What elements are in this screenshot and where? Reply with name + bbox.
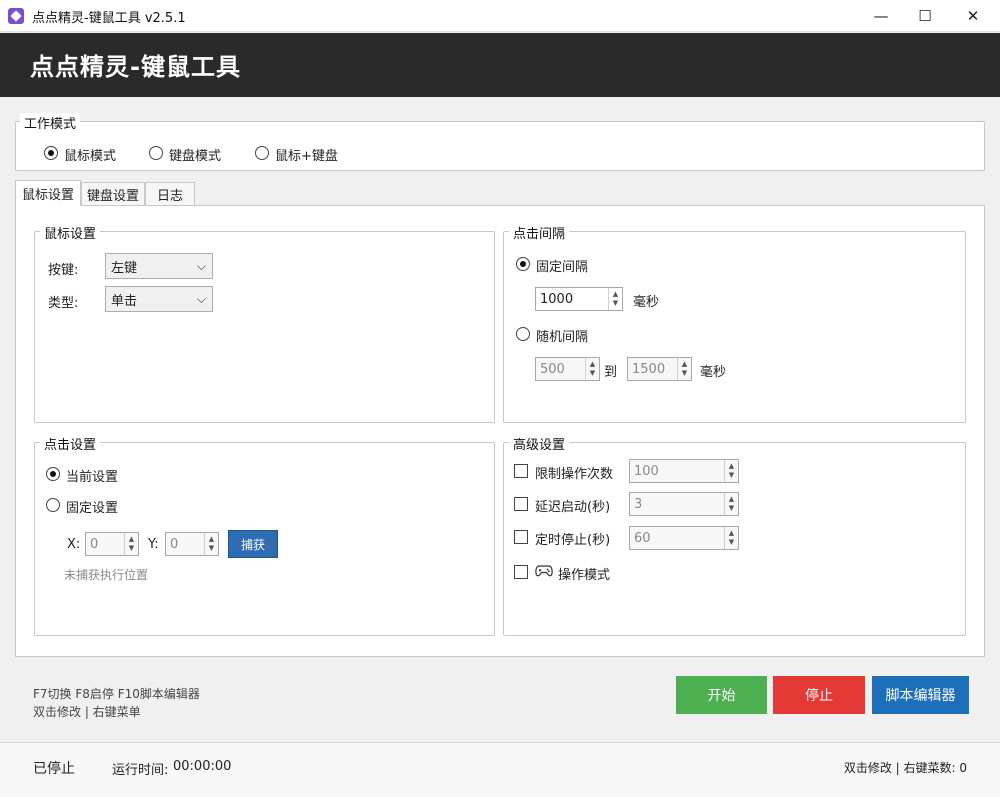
click-interval-label: 点击间隔 <box>509 223 570 242</box>
start-button[interactable]: 开始 <box>676 676 767 714</box>
delay-start-label: 延迟启动(秒) <box>535 500 611 515</box>
y-coordinate-input[interactable]: 0 ▲ ▼ <box>165 532 219 556</box>
chevron-down-icon: ⌵ <box>196 259 206 273</box>
work-mode-label: 工作模式 <box>20 113 81 132</box>
chevron-down-icon: ⌵ <box>196 292 206 306</box>
spin-arrows-icon[interactable]: ▲ ▼ <box>724 493 738 515</box>
limit-count-input[interactable]: 100 ▲ ▼ <box>629 459 739 483</box>
timer-stop-input[interactable]: 60 ▲ ▼ <box>629 526 739 550</box>
type-label: 类型: <box>48 296 79 311</box>
capture-status: 未捕获执行位置 <box>64 568 149 582</box>
spin-arrows-icon[interactable]: ▲ ▼ <box>608 288 622 310</box>
spin-arrows-icon[interactable]: ▲ ▼ <box>677 358 691 380</box>
fixed-unit: 毫秒 <box>633 295 660 310</box>
mouse-mode-label: 鼠标模式 <box>64 149 117 164</box>
mouse-keyboard-mode-label: 鼠标+键盘 <box>275 149 338 164</box>
type-select[interactable]: 单击 ⌵ <box>105 286 213 312</box>
run-state: 已停止 <box>33 761 75 777</box>
radio-current-position[interactable] <box>46 467 60 481</box>
x-value: 0 <box>90 536 99 552</box>
runtime-value: 00:00:00 <box>173 759 232 774</box>
radio-fixed-position[interactable] <box>46 498 60 512</box>
limit-count-value: 100 <box>634 463 659 479</box>
x-label: X: <box>67 537 81 552</box>
radio-keyboard-mode[interactable] <box>149 146 163 160</box>
timer-stop-label: 定时停止(秒) <box>535 533 611 548</box>
timer-stop-checkbox[interactable] <box>514 530 528 544</box>
fixed-interval-input[interactable]: 1000 ▲ ▼ <box>535 287 623 311</box>
fixed-interval-value: 1000 <box>540 291 574 307</box>
minimize-button[interactable]: — <box>858 0 904 32</box>
runtime-label: 运行时间: <box>112 763 169 778</box>
limit-count-checkbox[interactable] <box>514 464 528 478</box>
fixed-interval-label: 固定间隔 <box>536 260 589 275</box>
random-to-label: 到 <box>604 365 618 380</box>
header-banner: 点点精灵-键鼠工具 <box>0 33 1000 97</box>
limit-count-label: 限制操作次数 <box>535 467 614 482</box>
click-settings-label: 点击设置 <box>40 434 101 453</box>
radio-mouse-mode[interactable] <box>44 146 58 160</box>
gamepad-mode-checkbox[interactable] <box>514 565 528 579</box>
hotkey-hint: F7切换 F8启停 F10脚本编辑器 <box>33 687 200 701</box>
x-coordinate-input[interactable]: 0 ▲ ▼ <box>85 532 139 556</box>
button-select[interactable]: 左键 ⌵ <box>105 253 213 279</box>
advanced-settings-label: 高级设置 <box>509 434 570 453</box>
banner-title: 点点精灵-键鼠工具 <box>30 53 241 81</box>
random-interval-label: 随机间隔 <box>536 330 589 345</box>
radio-mouse-keyboard-mode[interactable] <box>255 146 269 160</box>
delay-start-input[interactable]: 3 ▲ ▼ <box>629 492 739 516</box>
delay-start-value: 3 <box>634 496 643 512</box>
random-min-input[interactable]: 500 ▲ ▼ <box>535 357 600 381</box>
close-button[interactable]: ✕ <box>950 0 996 32</box>
delay-start-checkbox[interactable] <box>514 497 528 511</box>
mouse-settings-label: 鼠标设置 <box>40 223 101 242</box>
current-position-label: 当前设置 <box>66 470 119 485</box>
random-max-value: 1500 <box>632 361 666 377</box>
gamepad-icon <box>535 564 553 580</box>
gamepad-mode-label: 操作模式 <box>558 568 611 583</box>
capture-button[interactable]: 捕获 <box>228 530 278 558</box>
spin-arrows-icon[interactable]: ▲ ▼ <box>724 460 738 482</box>
keyboard-mode-label: 键盘模式 <box>169 149 222 164</box>
mouse-hint: 双击修改 | 右键菜单 <box>33 705 141 719</box>
random-unit: 毫秒 <box>700 365 727 380</box>
status-bar: 已停止 运行时间: 00:00:00 双击修改 | 右键菜数: 0 <box>0 742 1000 797</box>
button-label: 按键: <box>48 263 79 278</box>
tab-log[interactable]: 日志 <box>145 182 195 206</box>
y-value: 0 <box>170 536 179 552</box>
radio-random-interval[interactable] <box>516 327 530 341</box>
tab-keyboard-settings[interactable]: 键盘设置 <box>81 182 145 206</box>
random-min-value: 500 <box>540 361 565 377</box>
maximize-button[interactable]: ☐ <box>902 0 948 32</box>
radio-fixed-interval[interactable] <box>516 257 530 271</box>
type-select-value: 单击 <box>111 293 138 309</box>
tab-mouse-settings[interactable]: 鼠标设置 <box>15 180 81 206</box>
fixed-position-label: 固定设置 <box>66 501 119 516</box>
title-bar: 点点精灵-键鼠工具 v2.5.1 — ☐ ✕ <box>0 0 1000 32</box>
status-right-text: 双击修改 | 右键菜数: 0 <box>843 761 967 775</box>
random-max-input[interactable]: 1500 ▲ ▼ <box>627 357 692 381</box>
spin-arrows-icon[interactable]: ▲ ▼ <box>724 527 738 549</box>
button-select-value: 左键 <box>111 260 138 276</box>
y-label: Y: <box>148 537 159 552</box>
app-icon <box>8 8 24 24</box>
mouse-settings-group <box>34 231 495 423</box>
timer-stop-value: 60 <box>634 530 651 546</box>
stop-button[interactable]: 停止 <box>773 676 865 714</box>
work-mode-group <box>15 121 985 171</box>
spin-arrows-icon[interactable]: ▲ ▼ <box>204 533 218 555</box>
spin-arrows-icon[interactable]: ▲ ▼ <box>124 533 138 555</box>
window-title: 点点精灵-键鼠工具 v2.5.1 <box>32 11 186 26</box>
spin-arrows-icon[interactable]: ▲ ▼ <box>585 358 599 380</box>
script-editor-button[interactable]: 脚本编辑器 <box>872 676 969 714</box>
